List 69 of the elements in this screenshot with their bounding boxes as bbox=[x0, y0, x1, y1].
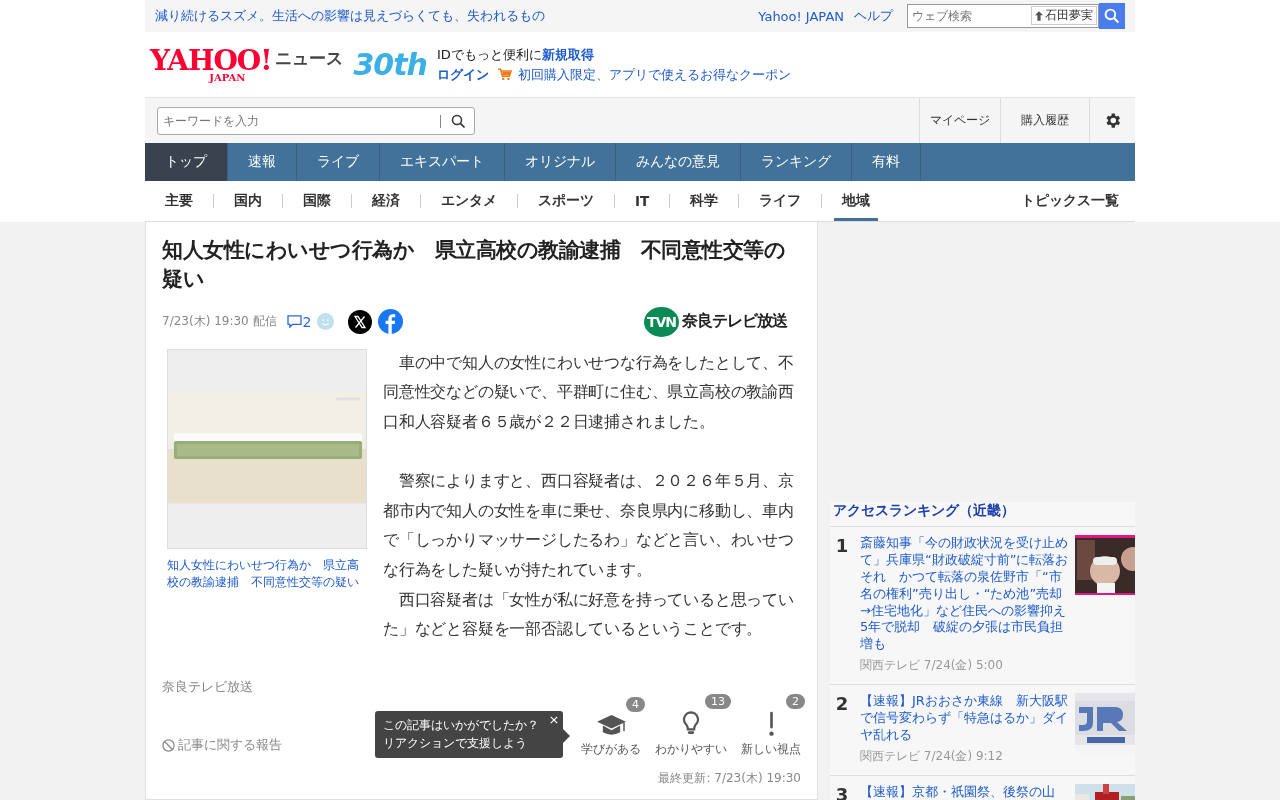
ranking-article-link[interactable]: 【速報】京都・祇園祭、後祭の山 bbox=[860, 783, 1069, 800]
category-tab[interactable]: ライフ bbox=[751, 181, 810, 221]
article-paragraph: 車の中で知人の女性にわいせつな行為をしたとして、不同意性交などの疑いで、平群町に住む、県立高校の教諭西口和人容疑者６５歳が２２日逮捕されました。 bbox=[383, 352, 795, 433]
smiley-icon bbox=[317, 313, 335, 331]
search-button[interactable] bbox=[1099, 3, 1125, 29]
category-tab[interactable]: 国際 bbox=[295, 181, 339, 221]
nav-tab[interactable]: 有料 bbox=[852, 143, 921, 181]
article-title: 知人女性にわいせつ行為か 県立高校の教諭逮捕 不同意性交等の疑い bbox=[162, 237, 786, 294]
publish-date: 7/23(木) 19:30 配信 bbox=[162, 313, 277, 331]
category-tab[interactable]: 科学 bbox=[682, 181, 727, 221]
close-icon[interactable] bbox=[550, 715, 558, 724]
nav-tab[interactable]: ランキング bbox=[741, 143, 852, 181]
prohibited-icon bbox=[162, 738, 175, 752]
reaction-button[interactable]: 学びがある bbox=[581, 712, 641, 758]
nav-tab[interactable]: ライブ bbox=[297, 143, 380, 181]
coupon-link[interactable]: 初回購入限定、アプリで使えるお得なクーポン bbox=[517, 65, 791, 84]
reaction-count: 4 bbox=[626, 696, 645, 712]
reaction-count: 13 bbox=[705, 693, 731, 709]
tooltip-text: リアクションで支援しよう bbox=[383, 734, 528, 752]
login-link[interactable]: ログイン bbox=[436, 65, 489, 84]
nav-tab[interactable]: トップ bbox=[145, 143, 228, 181]
category-tab[interactable]: 経済 bbox=[364, 181, 408, 221]
header-link[interactable]: Yahoo! JAPAN bbox=[758, 8, 844, 24]
category-tab[interactable]: エンタメ bbox=[433, 181, 505, 221]
reaction-button[interactable]: わかりやすい bbox=[655, 709, 727, 758]
comment-icon bbox=[286, 315, 302, 329]
exclamation-icon bbox=[767, 709, 775, 738]
report-link[interactable]: 記事に関する報告 bbox=[162, 736, 282, 754]
ranking-meta: 関西テレビ 7/24(金) 9:12 bbox=[860, 747, 1004, 765]
article-paragraph: 西口容疑者は「女性が私に好意を持っていると思っていた」などと容疑を一部否認しているということです。 bbox=[383, 589, 795, 641]
nav-tab[interactable]: オリジナル bbox=[505, 143, 616, 181]
topics-link[interactable]: トピックス一覧 bbox=[1021, 192, 1119, 210]
photo-caption-link[interactable]: 知人女性にわいせつ行為か 県立高校の教諭逮捕 不同意性交等の疑い bbox=[167, 556, 367, 592]
service-name: ニュース bbox=[275, 47, 344, 70]
suggest-chip[interactable]: 石田夢実 bbox=[1031, 6, 1097, 25]
arrow-up-icon bbox=[1035, 10, 1043, 21]
category-tab[interactable]: 国内 bbox=[226, 181, 270, 221]
cart-icon bbox=[497, 68, 512, 81]
ranking-title: アクセスランキング（近畿） bbox=[830, 502, 1135, 527]
graduation-cap-icon bbox=[595, 712, 627, 738]
reaction-count: 2 bbox=[786, 693, 805, 709]
tooltip-text: この記事はいかがでしたか？ bbox=[383, 716, 539, 734]
headline-link[interactable]: 減り続けるスズメ。生活への影響は見えづらくても、失われるもの bbox=[155, 7, 545, 25]
anniversary-logo: 30th bbox=[353, 47, 427, 82]
search-icon bbox=[1104, 8, 1120, 24]
broadcaster-logo[interactable]: TVN 奈良テレビ放送 bbox=[643, 306, 787, 337]
article-paragraph: 警察によりますと、西口容疑者は、２０２６年５月、京都市内で知人の女性を車に乗せ、奈良県内に移動し、車内で「しっかりマッサージしたるわ」などと言い、わいせつな行為をした疑いが持たれています。 bbox=[383, 471, 795, 581]
nav-tab[interactable]: エキスパート bbox=[380, 143, 505, 181]
promo-text: IDでもっと便利に新規取得 bbox=[436, 45, 595, 64]
rank-number: 1 bbox=[834, 535, 850, 558]
yahoo-logo[interactable]: YAHOO! JAPAN bbox=[150, 46, 272, 83]
last-updated: 最終更新: 7/23(木) 19:30 bbox=[657, 769, 801, 787]
category-tab[interactable]: IT bbox=[627, 181, 658, 221]
x-share-icon[interactable] bbox=[348, 309, 373, 334]
header-link[interactable]: ヘルプ bbox=[854, 7, 893, 25]
category-tab[interactable]: 主要 bbox=[165, 181, 201, 221]
category-tab[interactable]: スポーツ bbox=[530, 181, 602, 221]
search-icon[interactable] bbox=[451, 113, 466, 129]
comment-count-link[interactable]: 2 bbox=[286, 313, 312, 330]
ranking-article-link[interactable]: 【速報】JRおおさか東線 新大阪駅で信号変わらず「特急はるか」ダイヤ乱れる bbox=[860, 693, 1069, 744]
nav-tab[interactable]: 速報 bbox=[228, 143, 297, 181]
reaction-button[interactable]: 新しい視点 bbox=[741, 709, 801, 758]
ranking-article-link[interactable]: 斎藤知事「今の財政状況を受け止めて」兵庫県“財政破綻寸前”に転落おそれ かつて転落の泉佐野市「“市名の権利”売り出し・“ため池”売却→住宅地化」など住民への影響抑え5年で脱却 破綻の夕張は市民負担増も bbox=[860, 535, 1069, 654]
source-name: 奈良テレビ放送 bbox=[162, 678, 254, 696]
keyword-search-field[interactable]: キーワードを入力 bbox=[157, 106, 475, 135]
ranking-meta: 関西テレビ 7/24(金) 5:00 bbox=[860, 657, 1004, 675]
rank-number: 2 bbox=[834, 693, 850, 717]
facebook-share-icon[interactable] bbox=[378, 309, 404, 335]
nav-tab[interactable]: みんなの意見 bbox=[616, 143, 741, 181]
